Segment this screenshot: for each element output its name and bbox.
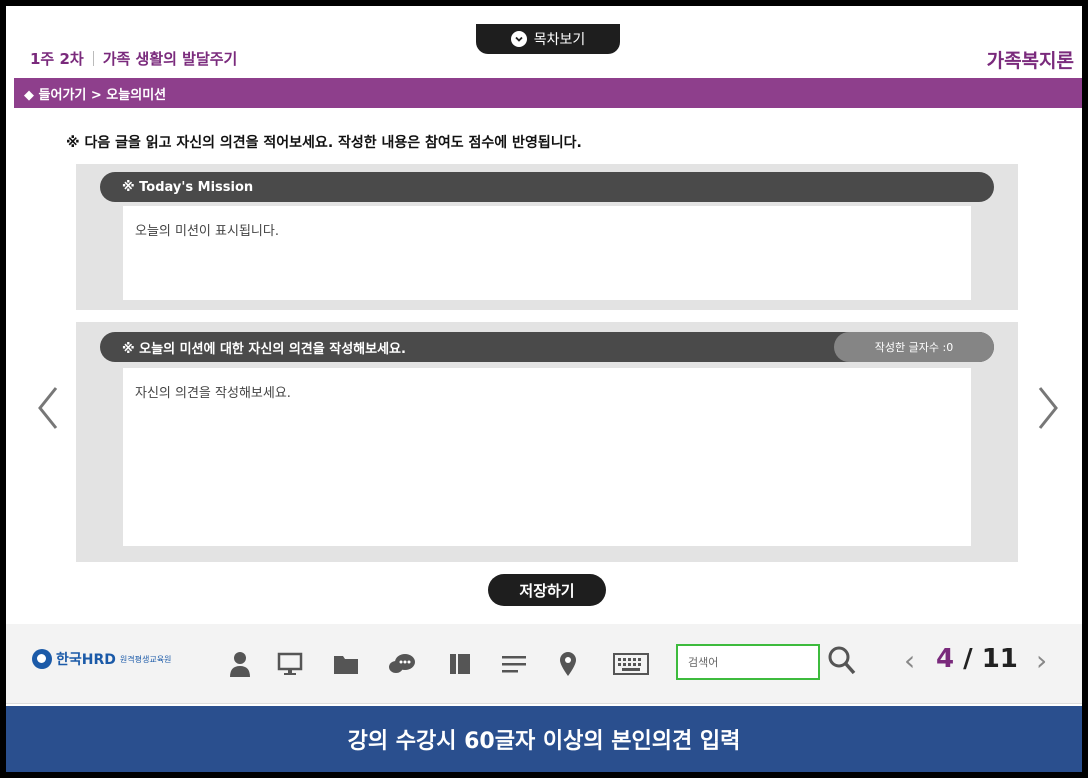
course-title: 가족복지론	[986, 50, 1074, 72]
opinion-textarea[interactable]	[123, 368, 971, 546]
page-prev-button[interactable]: ‹	[904, 644, 915, 677]
logo-mark-icon	[32, 649, 52, 669]
course-info: 1주 2차 가족 생활의 발달주기	[30, 48, 237, 69]
search-input[interactable]	[676, 644, 820, 680]
instruction-text: ※ 다음 글을 읽고 자신의 의견을 적어보세요. 작성한 내용은 참여도 점수…	[66, 135, 582, 151]
chapter-title: 가족 생활의 발달주기	[102, 50, 238, 68]
mission-panel: ※ Today's Mission 오늘의 미션이 표시됩니다.	[76, 164, 1018, 310]
char-count-badge: 작성한 글자수 :0	[834, 332, 994, 362]
opinion-header: ※ 오늘의 미션에 대한 자신의 의견을 작성해보세요. 작성한 글자수 :0	[100, 332, 994, 362]
logo: 한국HRD 원격평생교육원	[32, 649, 171, 669]
mission-header: ※ Today's Mission	[100, 172, 994, 202]
search-icon[interactable]	[828, 646, 856, 680]
menu-lines-icon[interactable]	[500, 650, 528, 678]
week-label: 1주 2차	[30, 50, 84, 68]
bottom-toolbar: 한국HRD 원격평생교육원 ‹	[6, 624, 1082, 704]
page-indicator: 4 / 11	[936, 644, 1018, 674]
toc-button[interactable]: 목차보기	[476, 24, 620, 54]
chevron-down-icon	[510, 31, 527, 47]
chat-icon[interactable]	[388, 650, 416, 678]
prev-page-arrow[interactable]	[28, 384, 68, 440]
opinion-title: ※ 오늘의 미션에 대한 자신의 의견을 작성해보세요.	[122, 341, 406, 357]
toc-label: 목차보기	[533, 32, 586, 48]
divider	[92, 51, 94, 66]
page-separator: /	[954, 644, 982, 674]
folder-icon[interactable]	[332, 650, 360, 678]
keyboard-icon[interactable]	[612, 650, 650, 678]
book-icon[interactable]	[446, 650, 474, 678]
location-pin-icon[interactable]	[554, 650, 582, 678]
save-button[interactable]: 저장하기	[488, 574, 606, 606]
mission-title: ※ Today's Mission	[122, 179, 254, 195]
opinion-panel: ※ 오늘의 미션에 대한 자신의 의견을 작성해보세요. 작성한 글자수 :0	[76, 322, 1018, 562]
lecture-frame: 목차보기 1주 2차 가족 생활의 발달주기 가족복지론 ◆ 들어가기 > 오늘…	[6, 6, 1082, 772]
logo-sub: 원격평생교육원	[119, 654, 172, 664]
breadcrumb: ◆ 들어가기 > 오늘의미션	[14, 78, 1082, 108]
logo-name: 한국HRD	[56, 652, 116, 668]
page-current: 4	[936, 644, 955, 674]
user-icon[interactable]	[226, 650, 254, 678]
page-next-button[interactable]: ›	[1036, 644, 1047, 677]
page-total: 11	[981, 644, 1018, 674]
mission-content: 오늘의 미션이 표시됩니다.	[123, 206, 971, 300]
next-page-arrow[interactable]	[1028, 384, 1068, 440]
monitor-icon[interactable]	[276, 650, 304, 678]
caption-bar: 강의 수강시 60글자 이상의 본인의견 입력	[6, 706, 1082, 772]
